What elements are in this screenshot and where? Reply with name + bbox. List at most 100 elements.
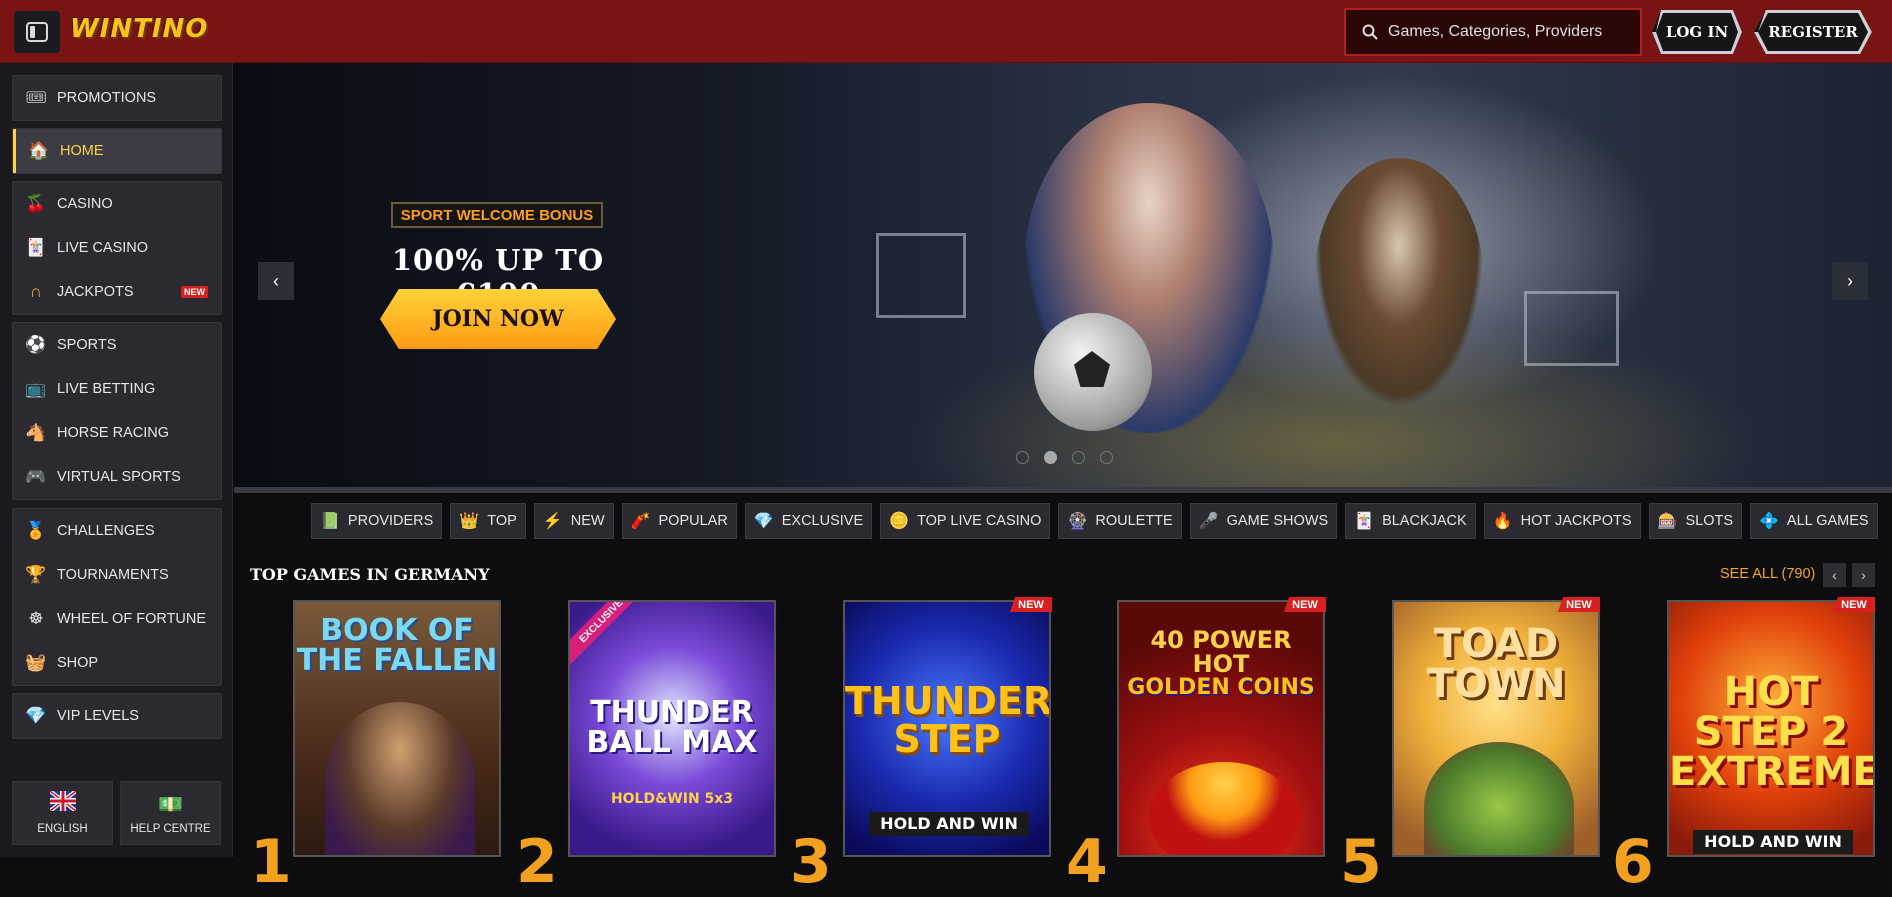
game-title: TOAD TOWN (1426, 621, 1566, 707)
help-centre-label: HELP CENTRE (130, 822, 211, 835)
goal-right-image (1524, 291, 1619, 366)
hero-pagination (1016, 451, 1113, 464)
sidebar-item-casino[interactable]: 🍒 CASINO (13, 182, 221, 226)
sidebar-item-virtual-sports[interactable]: 🎮 VIRTUAL SPORTS (13, 455, 221, 499)
diamond-icon: 💎 (753, 513, 774, 530)
sidebar-group-sports: ⚽ SPORTS 📺 LIVE BETTING 🐴 HORSE RACING 🎮 VIR… (12, 322, 222, 500)
game-card-book-of-the-fallen[interactable]: BOOK OF THE FALLEN (293, 600, 501, 857)
login-button[interactable]: LOG IN (1652, 10, 1742, 54)
game-card-toad-town[interactable]: TOAD TOWN (1392, 600, 1600, 857)
game-card-thunder-ball-max[interactable]: EXCLUSIVE THUNDER BALL MAX HOLD&WIN 5x3 (568, 600, 776, 857)
language-label: ENGLISH (37, 823, 88, 835)
games-prev-button[interactable]: ‹ (1823, 563, 1846, 587)
chevron-right-icon: › (1847, 270, 1853, 291)
game-title: THUNDER BALL MAX (586, 695, 758, 760)
site-logo[interactable]: WINTINO (70, 14, 208, 44)
chip-game-shows[interactable]: 🎤 GAME SHOWS (1189, 503, 1338, 539)
second-character-image (1314, 158, 1484, 408)
chip-all-games[interactable]: 💠 ALL GAMES (1750, 503, 1878, 539)
horseshoe-icon: ∩ (29, 282, 43, 301)
sidebar-group-casino: 🍒 CASINO 🃏 LIVE CASINO ∩ JACKPOTS NEW (12, 181, 222, 315)
top-games-title: TOP GAMES IN GERMANY (250, 565, 490, 584)
diamond-icon: 💎 (25, 706, 47, 725)
sidebar-item-label: HOME (60, 143, 104, 159)
gamepad-icon: 🎮 (25, 467, 47, 486)
search-icon (1362, 24, 1378, 40)
game-card-hot-step-2-extreme[interactable]: HOT STEP 2 EXTREME HOLD AND WIN (1667, 600, 1875, 857)
roulette-icon: 🎡 (1067, 513, 1088, 530)
game-subtitle: GOLDEN COINS (1127, 675, 1315, 700)
sidebar-item-wheel-of-fortune[interactable]: ☸ WHEEL OF FORTUNE (13, 597, 221, 641)
sidebar-item-live-casino[interactable]: 🃏 LIVE CASINO (13, 226, 221, 270)
hero-dot-active[interactable] (1044, 451, 1057, 464)
sidebar-toggle-button[interactable] (14, 11, 60, 53)
microphone-icon: 🎤 (1198, 513, 1219, 530)
see-all-link[interactable]: SEE ALL (790) (1720, 566, 1815, 582)
chevron-left-icon: ‹ (1832, 567, 1837, 583)
chip-top[interactable]: 👑 TOP (450, 503, 526, 539)
register-button[interactable]: REGISTER (1754, 10, 1872, 54)
sidebar-item-promotions[interactable]: 🎟 PROMOTIONS (13, 76, 221, 120)
chip-label: PROVIDERS (347, 513, 434, 529)
chip-exclusive[interactable]: 💎 EXCLUSIVE (744, 503, 873, 539)
coin-pot-image (1149, 762, 1299, 855)
chip-new[interactable]: ⚡ NEW (533, 503, 614, 539)
game-card-thunder-step[interactable]: THUNDER STEP HOLD AND WIN (843, 600, 1051, 857)
top-header: WINTINO LOG IN REGISTER (0, 0, 1892, 63)
chip-hot-jackpots[interactable]: 🔥 HOT JACKPOTS (1483, 503, 1641, 539)
hero-next-button[interactable]: › (1832, 262, 1868, 300)
chip-label: EXCLUSIVE (781, 513, 864, 529)
sidebar-item-label: VIRTUAL SPORTS (57, 469, 181, 485)
chip-providers[interactable]: 📗 PROVIDERS (311, 503, 443, 539)
sidebar-item-home[interactable]: 🏠 HOME (13, 129, 221, 173)
game-title: 40 POWER HOT (1150, 626, 1292, 678)
chip-label: TOP (487, 513, 517, 529)
help-centre-button[interactable]: 💵 HELP CENTRE (120, 781, 221, 845)
sidebar-group-rewards: 🏅 CHALLENGES 🏆 TOURNAMENTS ☸ WHEEL OF FORTU… (12, 508, 222, 686)
chip-blackjack[interactable]: 🃏 BLACKJACK (1345, 503, 1476, 539)
game-card-40-power-hot[interactable]: 40 POWER HOT GOLDEN COINS (1117, 600, 1325, 857)
game-subtitle: HOLD&WIN 5x3 (610, 791, 734, 807)
language-button[interactable]: ENGLISH (12, 781, 113, 845)
sidebar-item-challenges[interactable]: 🏅 CHALLENGES (13, 509, 221, 553)
hero-dot[interactable] (1016, 451, 1029, 464)
sidebar-item-jackpots[interactable]: ∩ JACKPOTS NEW (13, 270, 221, 314)
sidebar-toggle-icon (26, 22, 48, 42)
chevron-left-icon: ‹ (273, 270, 279, 291)
sidebar-item-label: CHALLENGES (57, 523, 155, 539)
game-rank: 2 (516, 827, 558, 897)
join-now-button[interactable]: JOIN NOW (380, 289, 616, 349)
sidebar-item-vip-levels[interactable]: 💎 VIP LEVELS (13, 694, 221, 738)
game-title: THUNDER STEP (845, 679, 1051, 761)
chip-slots[interactable]: 🎰 SLOTS (1648, 503, 1742, 539)
live-tv-icon: 📺 (25, 379, 47, 398)
chip-roulette[interactable]: 🎡 ROULETTE (1058, 503, 1182, 539)
chip-label: TOP LIVE CASINO (917, 513, 1042, 529)
sidebar-item-horse-racing[interactable]: 🐴 HORSE RACING (13, 411, 221, 455)
sidebar-item-shop[interactable]: 🧺 SHOP (13, 641, 221, 685)
search-box[interactable] (1344, 8, 1642, 56)
sidebar-item-sports[interactable]: ⚽ SPORTS (13, 323, 221, 367)
game-rank: 4 (1066, 827, 1108, 897)
hero-banner[interactable]: SPORT WELCOME BONUS 100% UP TO €100 JOIN… (234, 63, 1892, 487)
sidebar-item-live-betting[interactable]: 📺 LIVE BETTING (13, 367, 221, 411)
hero-dot[interactable] (1072, 451, 1085, 464)
sidebar-item-label: SPORTS (57, 337, 117, 353)
cards-icon: 🃏 (1354, 513, 1375, 530)
exclusive-ribbon: EXCLUSIVE (570, 602, 647, 667)
slots-icon: 🎰 (1657, 513, 1678, 530)
sidebar-item-tournaments[interactable]: 🏆 TOURNAMENTS (13, 553, 221, 597)
chip-top-live-casino[interactable]: 🪙 TOP LIVE CASINO (880, 503, 1051, 539)
sidebar-group-promotions: 🎟 PROMOTIONS (12, 75, 222, 121)
goal-left-image (876, 233, 966, 318)
football-image (1034, 313, 1152, 431)
search-input[interactable] (1388, 23, 1638, 41)
new-badge: NEW (181, 286, 208, 298)
sidebar-item-label: TOURNAMENTS (57, 567, 169, 583)
hero-dot[interactable] (1100, 451, 1113, 464)
sidebar-group-home: 🏠 HOME (12, 128, 222, 174)
hero-prev-button[interactable]: ‹ (258, 262, 294, 300)
games-next-button[interactable]: › (1852, 563, 1875, 587)
chip-popular[interactable]: 🧨 POPULAR (621, 503, 737, 539)
game-rank: 6 (1612, 827, 1654, 897)
